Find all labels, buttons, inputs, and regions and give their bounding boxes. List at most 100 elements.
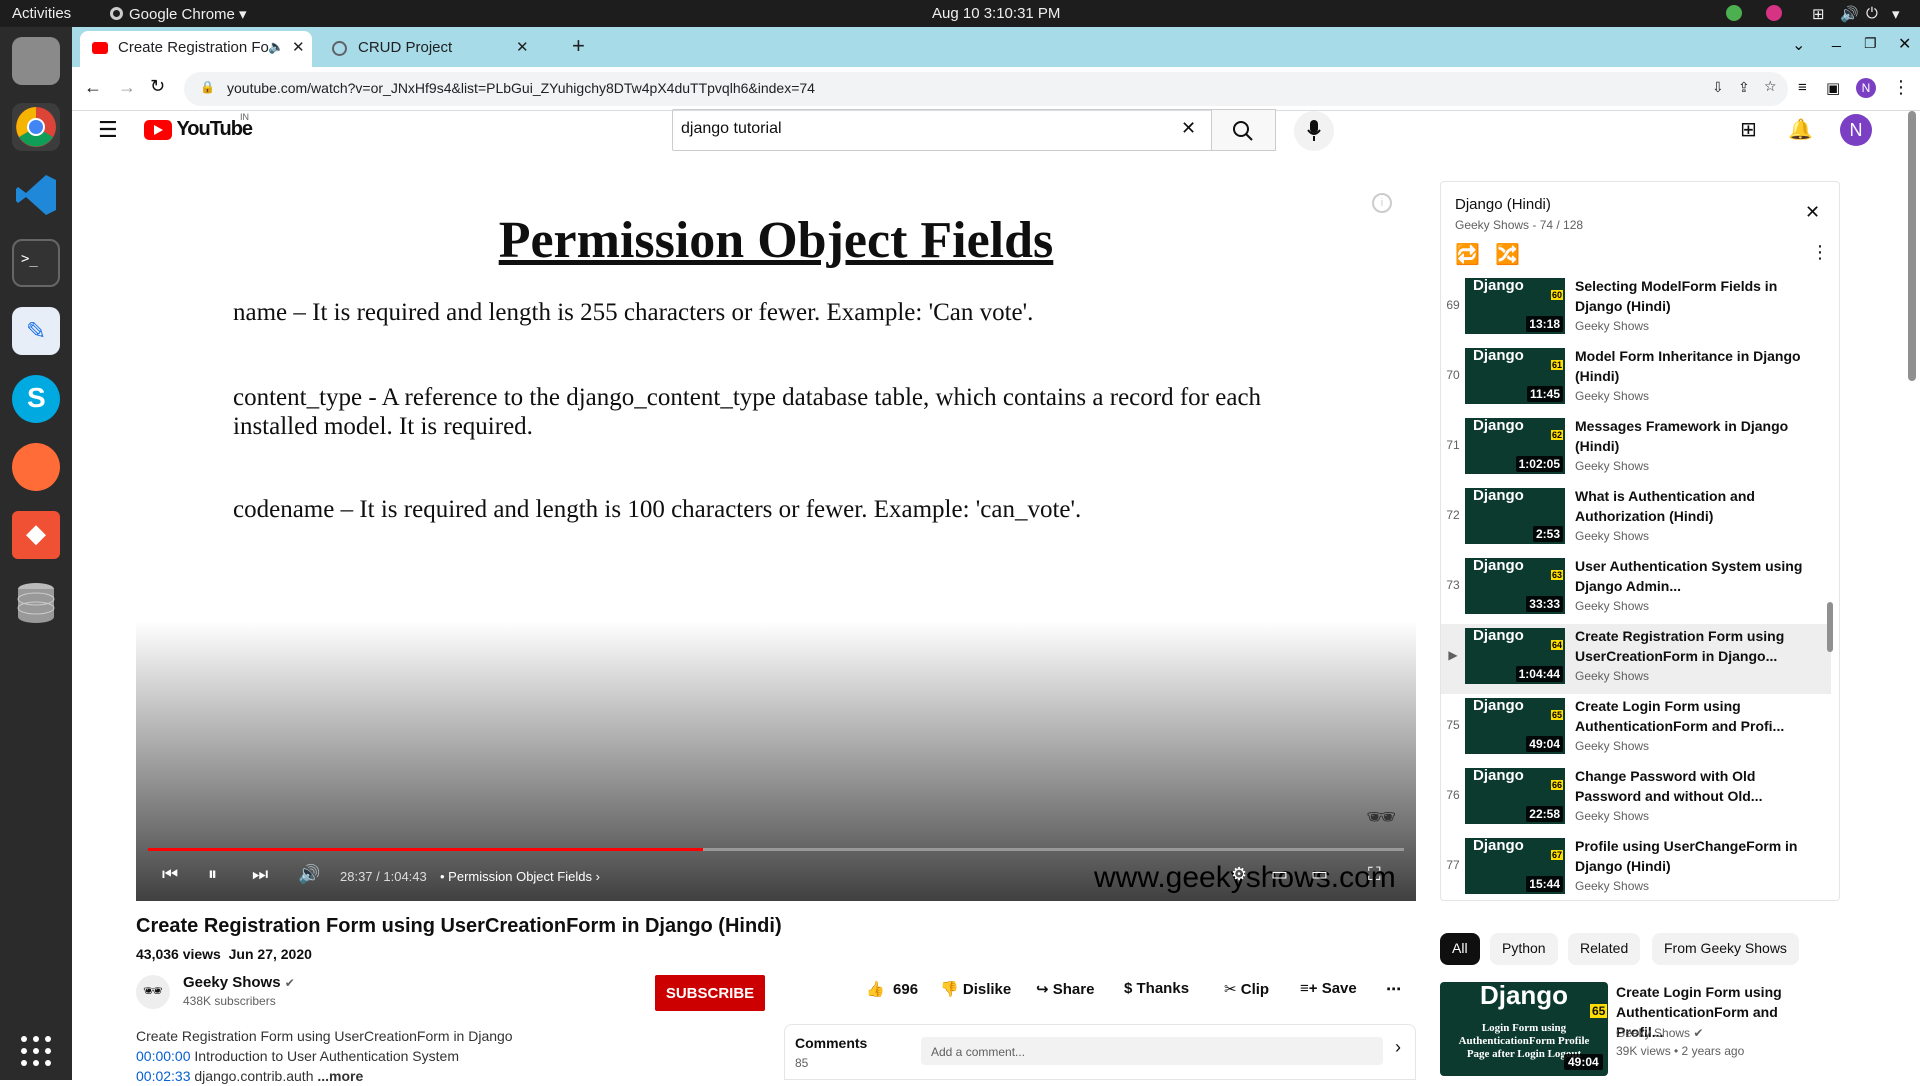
playlist-item[interactable]: 77 Django 67 15:44 Profile using UserChangeF…: [1441, 834, 1831, 900]
previous-icon[interactable]: ⏮: [162, 864, 178, 885]
playlist-title[interactable]: Django (Hindi): [1455, 196, 1551, 213]
show-more-link[interactable]: ...more: [317, 1068, 363, 1084]
back-icon[interactable]: ←: [84, 77, 102, 98]
reading-list-icon[interactable]: ≡: [1798, 79, 1807, 96]
chapter-timestamp-link[interactable]: 00:00:00: [136, 1048, 191, 1064]
miniplayer-icon[interactable]: ▭: [1271, 864, 1288, 885]
save-button[interactable]: ≡+ Save: [1300, 980, 1357, 997]
volume-icon[interactable]: 🔊: [1840, 5, 1859, 23]
clip-button[interactable]: ✂ Clip: [1224, 980, 1269, 998]
more-actions-icon[interactable]: ⋯: [1386, 980, 1401, 998]
reload-icon[interactable]: ↻: [150, 76, 165, 97]
account-avatar[interactable]: N: [1840, 114, 1872, 146]
playlist-item[interactable]: 75 Django 65 49:04 Create Login Form using A…: [1441, 694, 1831, 764]
playlist-item-title[interactable]: What is Authentication and Authorization…: [1575, 486, 1805, 526]
youtube-logo[interactable]: YouTube IN: [144, 112, 253, 141]
show-apps-icon[interactable]: [12, 1027, 60, 1075]
vscode-icon[interactable]: [12, 171, 60, 219]
new-tab-icon[interactable]: +: [572, 33, 585, 59]
playlist-item-thumbnail[interactable]: Django 60 13:18: [1465, 277, 1565, 334]
playlist-item-thumbnail[interactable]: Django 61 11:45: [1465, 347, 1565, 404]
playlist-item-title[interactable]: User Authentication System using Django …: [1575, 556, 1805, 596]
playlist-item[interactable]: 71 Django 62 1:02:05 Messages Framework in D…: [1441, 414, 1831, 484]
playlist-item-title[interactable]: Profile using UserChangeForm in Django (…: [1575, 836, 1805, 876]
share-page-icon[interactable]: ⇪: [1738, 79, 1750, 96]
terminal-icon[interactable]: >_: [12, 239, 60, 287]
hamburger-menu-icon[interactable]: ☰: [98, 117, 118, 143]
files-icon[interactable]: [12, 37, 60, 85]
tab-youtube[interactable]: Create Registration Fo 🔈 ✕: [80, 31, 312, 67]
page-scrollbar[interactable]: [1908, 111, 1916, 381]
status-app-icon[interactable]: [1766, 5, 1782, 21]
recommendation-item[interactable]: Django 65 Login Form using Authenticatio…: [1440, 982, 1840, 1080]
pause-icon[interactable]: ⏸: [208, 864, 217, 885]
chip-from-geeky-shows[interactable]: From Geeky Shows: [1652, 933, 1799, 965]
status-check-icon[interactable]: [1726, 5, 1742, 21]
address-bar[interactable]: 🔒 youtube.com/watch?v=or_JNxHf9s4&list=P…: [184, 72, 1788, 106]
skype-icon[interactable]: S: [12, 375, 60, 423]
theater-mode-icon[interactable]: ▭: [1311, 864, 1328, 885]
close-window-icon[interactable]: ✕: [1898, 34, 1911, 54]
playlist-item-title[interactable]: Messages Framework in Django (Hindi): [1575, 416, 1805, 456]
maximize-icon[interactable]: ❐: [1864, 35, 1877, 52]
playlist-item[interactable]: 76 Django 66 22:58 Change Password with Old …: [1441, 764, 1831, 834]
channel-name[interactable]: Geeky Shows ✔: [183, 974, 295, 991]
playlist-item-thumbnail[interactable]: Django 64 1:04:44: [1465, 627, 1565, 684]
info-icon[interactable]: i: [1372, 193, 1392, 213]
recommendation-thumbnail[interactable]: Django 65 Login Form using Authenticatio…: [1440, 982, 1608, 1076]
playlist-item-title[interactable]: Create Login Form using AuthenticationFo…: [1575, 696, 1805, 736]
database-icon[interactable]: [12, 579, 60, 627]
settings-gear-icon[interactable]: ⚙: [1231, 864, 1247, 885]
playlist-item-title[interactable]: Change Password with Old Password and wi…: [1575, 766, 1805, 806]
text-editor-icon[interactable]: ✎: [12, 307, 60, 355]
tab-close-icon[interactable]: ✕: [292, 38, 305, 56]
channel-avatar[interactable]: 🕶: [136, 975, 170, 1009]
loop-icon[interactable]: 🔁: [1455, 242, 1480, 267]
bookmark-star-icon[interactable]: ☆: [1764, 78, 1777, 95]
system-menu-icon[interactable]: ▾: [1892, 5, 1900, 23]
chip-related[interactable]: Related: [1568, 933, 1641, 965]
playlist-item[interactable]: 72 Django 2:53 What is Authentication and A…: [1441, 484, 1831, 554]
chapter-timestamp-link[interactable]: 00:02:33: [136, 1068, 191, 1084]
playlist-item-title[interactable]: Selecting ModelForm Fields in Django (Hi…: [1575, 276, 1805, 316]
like-button[interactable]: 👍 696: [866, 980, 918, 998]
tab-crud[interactable]: CRUD Project ✕: [320, 31, 540, 67]
playlist-item[interactable]: 70 Django 61 11:45 Model Form Inheritance in…: [1441, 344, 1831, 414]
playlist-item-thumbnail[interactable]: Django 65 49:04: [1465, 697, 1565, 754]
playlist-item-thumbnail[interactable]: Django 63 33:33: [1465, 557, 1565, 614]
power-icon[interactable]: ⏻: [1866, 5, 1878, 22]
chapter-title[interactable]: • Permission Object Fields ›: [440, 869, 600, 884]
playlist-item-thumbnail[interactable]: Django 67 15:44: [1465, 837, 1565, 894]
close-playlist-icon[interactable]: ✕: [1805, 202, 1820, 223]
voice-search-button[interactable]: [1294, 111, 1334, 151]
chrome-menu-icon[interactable]: ⋮: [1892, 77, 1910, 98]
postman-icon[interactable]: [12, 443, 60, 491]
side-panel-icon[interactable]: ▣: [1826, 79, 1840, 97]
channel-watermark-icon[interactable]: 🕶: [1366, 803, 1396, 832]
chip-all[interactable]: All: [1440, 933, 1480, 965]
chip-python[interactable]: Python: [1490, 933, 1558, 965]
forward-icon[interactable]: →: [118, 77, 136, 98]
minimize-icon[interactable]: _: [1832, 31, 1841, 49]
create-video-icon[interactable]: ⊞: [1740, 117, 1757, 142]
next-icon[interactable]: ⏭: [252, 864, 268, 885]
add-comment-input[interactable]: Add a comment...: [921, 1037, 1383, 1065]
audio-icon[interactable]: 🔈: [268, 39, 284, 55]
network-icon[interactable]: ⊞: [1812, 5, 1825, 23]
playlist-item[interactable]: ▶ Django 64 1:04:44 Create Registration Form…: [1441, 624, 1831, 694]
dislike-button[interactable]: 👎 Dislike: [940, 980, 1011, 998]
search-input[interactable]: django tutorial ✕: [672, 109, 1212, 151]
share-button[interactable]: ↪ Share: [1036, 980, 1094, 998]
video-player[interactable]: Permission Object Fields name – It is re…: [136, 181, 1416, 901]
volume-control-icon[interactable]: 🔊: [298, 864, 320, 885]
playlist-menu-icon[interactable]: ⋮: [1811, 242, 1829, 263]
recommendation-channel[interactable]: Geeky Shows ✔: [1616, 1026, 1703, 1040]
shuffle-icon[interactable]: 🔀: [1495, 242, 1520, 267]
playlist-item-thumbnail[interactable]: Django 2:53: [1465, 487, 1565, 544]
notifications-bell-icon[interactable]: 🔔: [1788, 117, 1813, 142]
search-button[interactable]: [1212, 109, 1276, 151]
clear-search-icon[interactable]: ✕: [1181, 118, 1196, 139]
clock[interactable]: Aug 10 3:10:31 PM: [932, 5, 1060, 22]
fullscreen-icon[interactable]: ⛶: [1368, 864, 1381, 885]
subscribe-button[interactable]: SUBSCRIBE: [655, 975, 765, 1011]
